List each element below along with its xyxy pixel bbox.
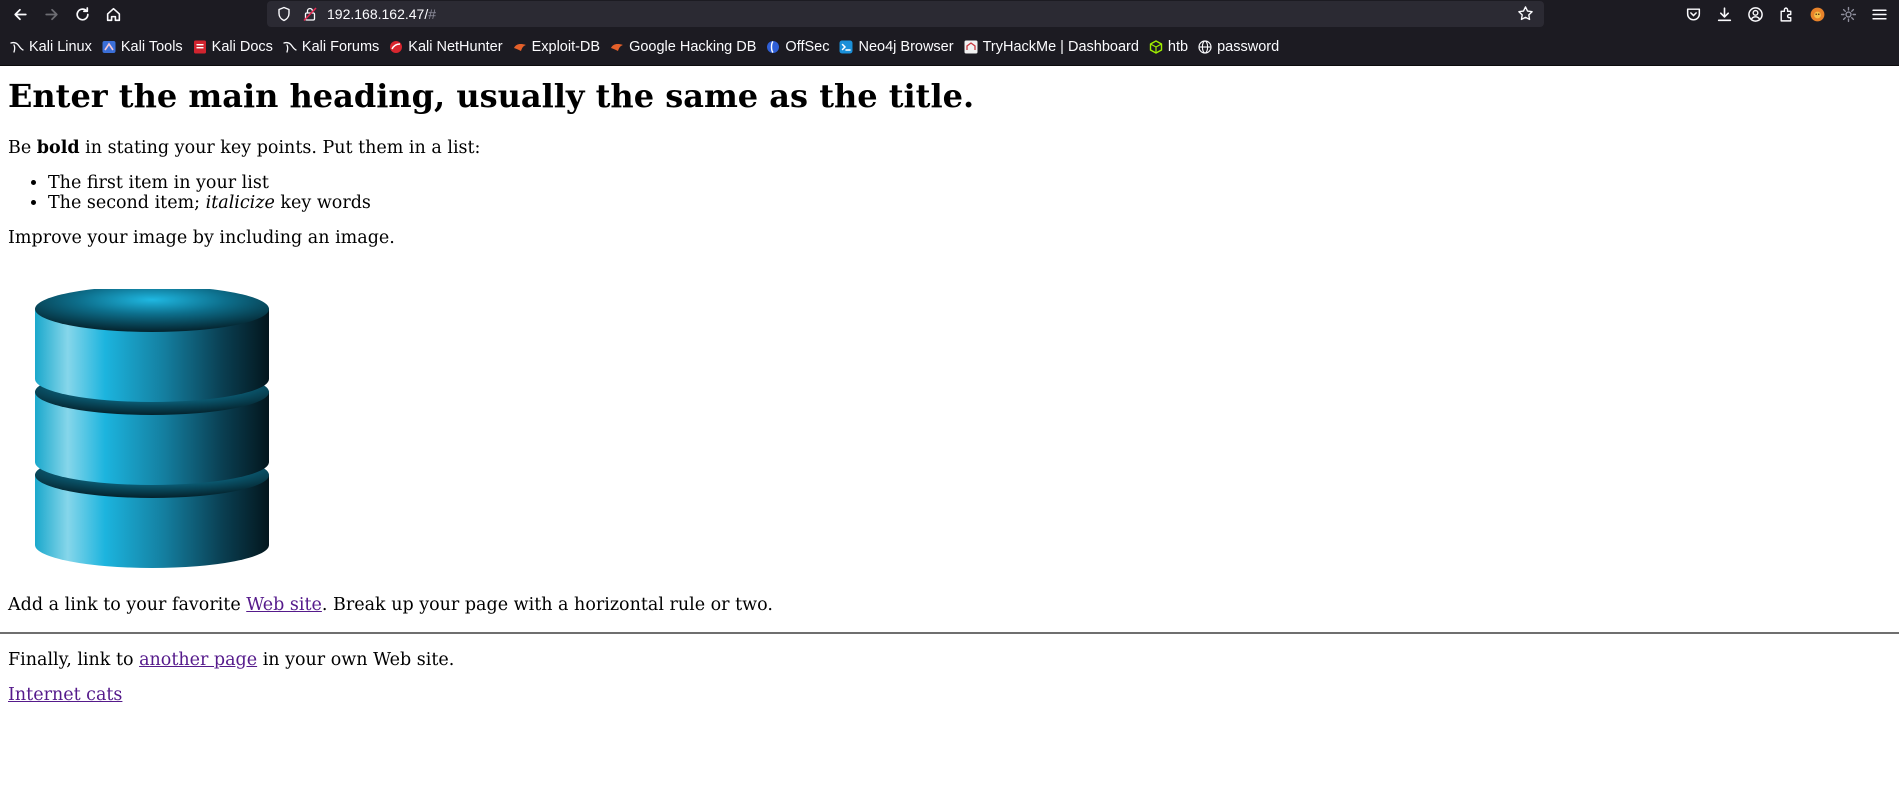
bookmark-label: Kali Docs — [211, 39, 273, 55]
bookmark-kali-nethunter[interactable]: Kali NetHunter — [389, 39, 503, 55]
url-host: 192.168.162.47/ — [327, 6, 429, 22]
text-span: in stating your key points. Put them in … — [79, 138, 481, 158]
pocket-icon[interactable] — [1682, 4, 1704, 26]
toolbar-right-tools — [1682, 0, 1899, 29]
internet-cats-paragraph: Internet cats — [8, 684, 1891, 706]
forward-icon[interactable] — [40, 4, 62, 26]
exploit-db-icon — [513, 40, 527, 54]
kali-docs-icon — [193, 40, 207, 54]
kali-dragon-icon — [10, 40, 24, 54]
text-span: . Break up your page with a horizontal r… — [321, 595, 773, 615]
offsec-icon — [766, 40, 780, 54]
another-page-link[interactable]: another page — [139, 650, 257, 670]
browser-toolbar: 192.168.162.47/# — [0, 0, 1899, 29]
bookmark-label: password — [1217, 39, 1280, 55]
ghdb-icon — [610, 40, 624, 54]
database-icon — [35, 289, 269, 568]
key-points-paragraph: Be bold in stating your key points. Put … — [8, 137, 1891, 159]
kali-dragon-icon — [283, 40, 297, 54]
list-item: The first item in your list — [48, 173, 1891, 193]
text-span: Add a link to your favorite — [8, 595, 247, 615]
bookmark-label: Exploit-DB — [531, 39, 601, 55]
bookmark-label: Kali Linux — [29, 39, 92, 55]
link-paragraph: Add a link to your favorite Web site. Br… — [8, 594, 1891, 616]
bookmarks-bar: Kali Linux Kali Tools Kali Docs Kali For… — [0, 29, 1899, 66]
htb-cube-icon — [1149, 40, 1163, 54]
nethunter-icon — [389, 40, 403, 54]
neo4j-icon — [839, 40, 853, 54]
bookmark-kali-docs[interactable]: Kali Docs — [193, 39, 273, 55]
url-hash: # — [428, 6, 437, 22]
url-text[interactable]: 192.168.162.47/# — [327, 6, 436, 22]
bookmark-offsec[interactable]: OffSec — [766, 39, 829, 55]
extension-gear-icon[interactable] — [1837, 4, 1859, 26]
tryhackme-icon — [964, 40, 978, 54]
image-paragraph: Improve your image by including an image… — [8, 228, 395, 248]
bookmark-exploit-db[interactable]: Exploit-DB — [513, 39, 601, 55]
bookmark-htb[interactable]: htb — [1149, 39, 1188, 55]
bookmark-kali-forums[interactable]: Kali Forums — [283, 39, 379, 55]
bookmark-label: htb — [1167, 39, 1189, 55]
url-bar[interactable]: 192.168.162.47/# — [267, 1, 1544, 27]
bookmark-label: Kali NetHunter — [408, 39, 503, 55]
web-site-link[interactable]: Web site — [246, 595, 322, 615]
text-span: The second item; — [48, 193, 206, 213]
download-icon[interactable] — [1713, 4, 1735, 26]
text-span: Be — [8, 138, 37, 158]
bookmark-google-hacking-db[interactable]: Google Hacking DB — [610, 39, 756, 55]
bookmark-tryhackme[interactable]: TryHackMe | Dashboard — [964, 39, 1139, 55]
foxyproxy-icon[interactable] — [1806, 4, 1828, 26]
home-icon[interactable] — [102, 4, 124, 26]
kali-tools-icon — [102, 40, 116, 54]
bookmark-neo4j-browser[interactable]: Neo4j Browser — [839, 39, 954, 55]
list-item: The second item; italicize key words — [48, 193, 1891, 213]
bookmark-label: TryHackMe | Dashboard — [982, 39, 1139, 55]
bookmark-star-icon[interactable] — [1517, 5, 1534, 26]
shield-icon[interactable] — [275, 5, 293, 23]
bookmark-label: Neo4j Browser — [858, 39, 954, 55]
account-icon[interactable] — [1744, 4, 1766, 26]
internet-cats-link[interactable]: Internet cats — [8, 685, 122, 705]
reload-icon[interactable] — [71, 4, 93, 26]
key-points-list: The first item in your list The second i… — [8, 173, 1891, 213]
horizontal-rule — [0, 632, 1899, 634]
insecure-lock-icon[interactable] — [301, 5, 319, 23]
main-heading: Enter the main heading, usually the same… — [8, 77, 975, 115]
page-content: Enter the main heading, usually the same… — [0, 76, 1899, 706]
bookmark-password[interactable]: password — [1198, 39, 1279, 55]
text-span: key words — [274, 193, 371, 213]
bookmark-label: Google Hacking DB — [629, 39, 757, 55]
bookmark-label: Kali Tools — [120, 39, 183, 55]
bookmark-label: OffSec — [785, 39, 830, 55]
globe-icon — [1198, 40, 1212, 54]
text-span: in your own Web site. — [257, 650, 455, 670]
bookmark-kali-tools[interactable]: Kali Tools — [102, 39, 183, 55]
bookmark-kali-linux[interactable]: Kali Linux — [10, 39, 92, 55]
another-page-paragraph: Finally, link to another page in your ow… — [8, 649, 1891, 671]
bookmark-label: Kali Forums — [301, 39, 380, 55]
extensions-icon[interactable] — [1775, 4, 1797, 26]
bold-text: bold — [36, 138, 80, 158]
italic-text: italicize — [205, 193, 275, 213]
back-icon[interactable] — [9, 4, 31, 26]
text-span: Finally, link to — [8, 650, 140, 670]
menu-icon[interactable] — [1868, 4, 1890, 26]
